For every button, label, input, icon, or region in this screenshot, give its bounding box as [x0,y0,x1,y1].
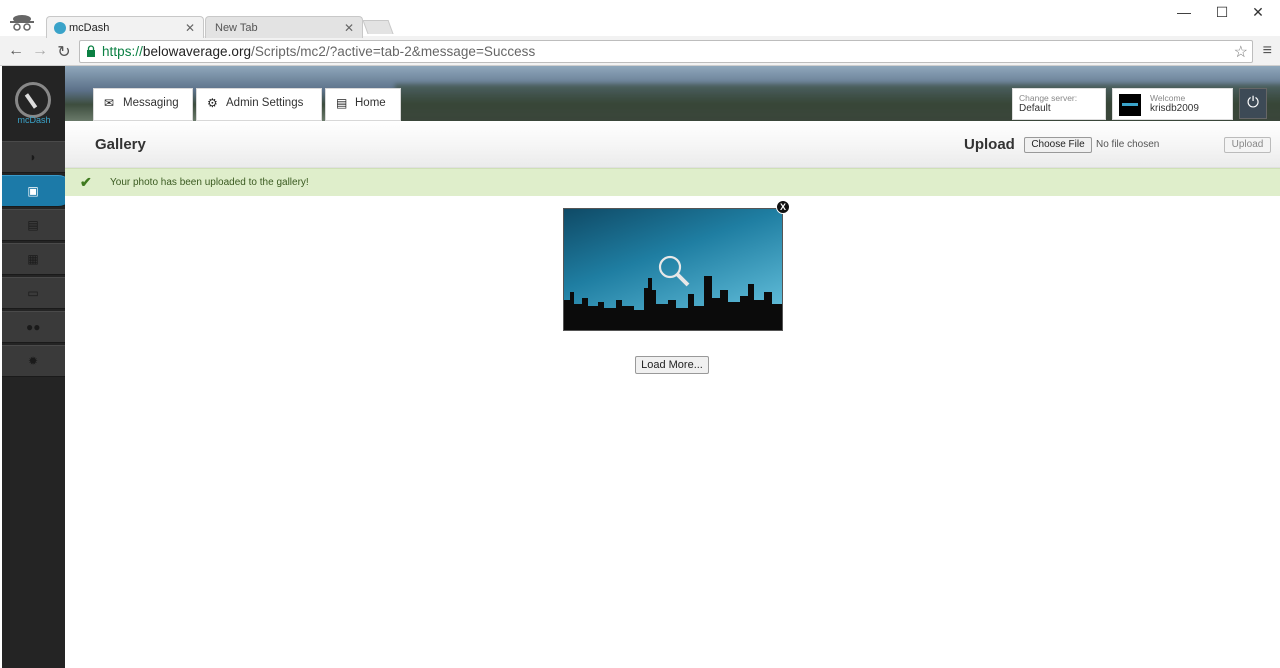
avatar-mark [1122,103,1138,106]
browser-tabstrip: mcDash ✕ New Tab ✕ — ☐ ✕ [0,0,1280,38]
document-icon: ▤ [336,96,348,110]
alert-message: Your photo has been uploaded to the gall… [110,177,309,188]
page-title: Gallery [95,136,146,153]
welcome-caption: Welcome [1150,93,1186,103]
bookmark-star-icon[interactable]: ☆ [1234,42,1248,62]
browser-tab-label: mcDash [69,22,110,34]
reload-icon[interactable]: ↻ [54,42,74,62]
tab-messaging[interactable]: ✉ Messaging [93,88,193,121]
grid-icon: ▦ [27,252,39,266]
header-banner: ✉ Messaging ⚙ Admin Settings ▤ Home Chan… [65,66,1280,121]
mcdash-favicon-icon [54,22,66,34]
browser-navbar: ← → ↻ https://belowaverage.org/Scripts/m… [0,37,1280,66]
address-bar[interactable]: https://belowaverage.org/Scripts/mc2/?ac… [79,40,1253,63]
gallery-photo[interactable] [563,208,783,331]
chat-icon: ▭ [27,286,39,300]
users-icon: ●● [26,320,41,334]
back-icon[interactable]: ← [6,42,26,60]
sidebar-item-dashboard[interactable]: ◗ [2,141,65,173]
close-tab-icon[interactable]: ✕ [185,17,195,39]
logo-text: mcDash [17,115,51,125]
power-button[interactable]: ⏻ [1239,88,1267,119]
lock-icon [87,45,95,57]
power-icon: ⏻ [1247,94,1259,111]
username: krisdb2009 [1150,103,1199,114]
upload-label: Upload [964,136,1015,153]
close-tab-icon[interactable]: ✕ [344,17,354,39]
sidebar-item-chat[interactable]: ▭ [2,277,65,309]
envelope-icon: ✉ [104,96,115,110]
sidebar-item-grid[interactable]: ▦ [2,243,65,275]
mcdash-logo[interactable]: mcDash [12,80,56,125]
success-alert: ✔ Your photo has been uploaded to the ga… [65,168,1280,196]
gallery-content: X Load More... [65,196,1280,668]
tab-label: Home [355,97,386,109]
browser-tab-mcdash[interactable]: mcDash ✕ [46,16,204,38]
sidebar-item-users[interactable]: ●● [2,311,65,343]
sidebar-item-gallery[interactable]: ▣ [2,175,74,207]
checkmark-icon: ✔ [80,174,92,190]
url-path: /Scripts/mc2/?active=tab-2&message=Succe… [251,44,536,59]
mcdash-app: mcDash ◗ ▣ ▤ ▦ ▭ ●● ✹ ✉ Messaging ⚙ Admi… [0,66,1280,668]
calculator-icon: ▤ [27,218,39,232]
url-host: belowaverage.org [142,44,252,59]
choose-file-button[interactable]: Choose File [1024,137,1092,153]
upload-button[interactable]: Upload [1224,137,1271,153]
browser-chrome: mcDash ✕ New Tab ✕ — ☐ ✕ ← → ↻ https://b… [0,0,1280,66]
server-caption: Change server: [1019,93,1078,103]
avatar [1119,94,1141,116]
file-status: No file chosen [1096,139,1160,150]
magnifier-icon [658,255,690,287]
tab-label: Messaging [123,97,179,109]
url-scheme: https:// [102,44,143,59]
incognito-icon [10,15,34,31]
tab-label: Admin Settings [226,97,304,109]
browser-menu-icon[interactable]: ≡ [1263,42,1272,60]
tab-admin-settings[interactable]: ⚙ Admin Settings [196,88,322,121]
maximize-icon[interactable]: ☐ [1204,4,1240,21]
load-more-button[interactable]: Load More... [635,356,709,374]
close-window-icon[interactable]: ✕ [1240,4,1276,21]
url-text: https://belowaverage.org/Scripts/mc2/?ac… [102,44,535,59]
gallery-icon: ▣ [27,184,39,198]
gear-icon: ⚙ [207,96,218,110]
new-tab-button[interactable] [362,20,394,34]
sidebar-item-settings[interactable]: ✹ [2,345,65,377]
browser-tab-new[interactable]: New Tab ✕ [205,16,363,38]
minimize-icon[interactable]: — [1166,4,1202,20]
sidebar: mcDash ◗ ▣ ▤ ▦ ▭ ●● ✹ [2,66,74,668]
tab-home[interactable]: ▤ Home [325,88,401,121]
dashboard-icon: ◗ [29,150,37,164]
server-value: Default [1019,103,1051,114]
settings-icon: ✹ [27,354,39,368]
user-welcome[interactable]: Welcome krisdb2009 [1112,88,1233,120]
browser-tab-label: New Tab [215,22,258,34]
change-server[interactable]: Change server: Default [1012,88,1106,120]
forward-icon[interactable]: → [30,42,50,60]
page-header: Gallery Upload Choose File No file chose… [65,121,1280,168]
sidebar-item-calculator[interactable]: ▤ [2,209,65,241]
delete-photo-button[interactable]: X [776,200,790,214]
